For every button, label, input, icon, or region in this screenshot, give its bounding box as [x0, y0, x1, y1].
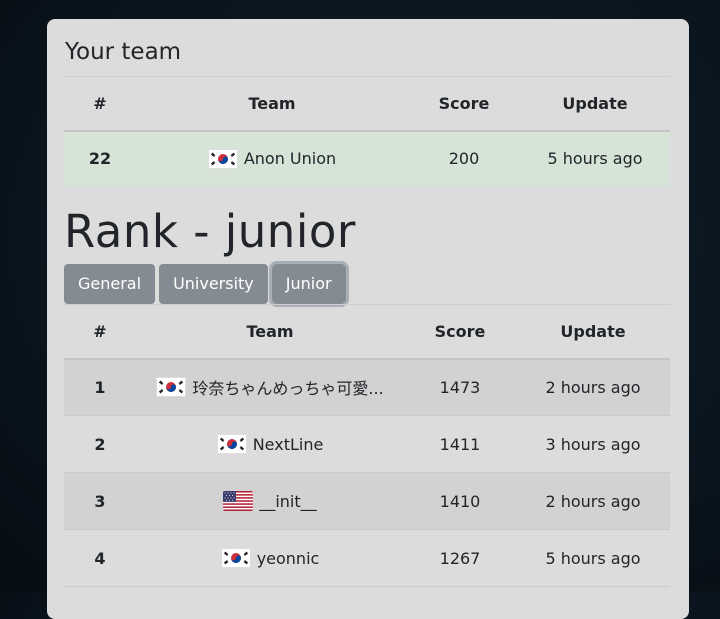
rank-category-tabs: General University Junior — [64, 264, 346, 304]
your-team-row[interactable]: 22 Anon Union 200 5 hours ago — [64, 130, 670, 186]
column-header-update: Update — [516, 304, 670, 360]
table-row[interactable]: 3 __init__ 1410 2 hours ago — [64, 472, 670, 530]
team-name-link[interactable]: yeonnic — [257, 549, 320, 568]
column-header-update: Update — [520, 76, 670, 132]
rank-title: Rank - junior — [64, 205, 356, 258]
score-cell: 1411 — [439, 434, 481, 454]
score-cell: 1410 — [439, 491, 481, 511]
team-cell: NextLine — [136, 416, 404, 473]
update-cell: 5 hours ago — [545, 548, 641, 568]
rank-table: # Team Score Update 1 玲奈ちゃんめっちゃ可愛... 147… — [64, 304, 670, 587]
your-team-table: # Team Score Update 22 Anon Union 200 5 … — [64, 76, 670, 186]
rank-header-row: # Team Score Update — [64, 304, 670, 360]
tab-university[interactable]: University — [159, 264, 268, 304]
team-cell: Anon Union — [136, 131, 408, 186]
score-cell: 200 — [448, 149, 480, 168]
team-name-link[interactable]: Anon Union — [244, 149, 336, 168]
your-team-title: Your team — [65, 39, 182, 65]
korea-flag-icon — [217, 434, 247, 454]
korea-flag-icon — [221, 548, 251, 568]
column-header-rank: # — [64, 76, 136, 132]
column-header-team: Team — [136, 304, 404, 360]
team-cell: __init__ — [136, 473, 404, 530]
column-header-score: Score — [408, 76, 520, 132]
column-header-score: Score — [404, 304, 516, 360]
rank-cell: 4 — [94, 548, 106, 568]
update-cell: 2 hours ago — [545, 377, 641, 397]
tab-general[interactable]: General — [64, 264, 156, 304]
update-cell: 2 hours ago — [545, 491, 641, 511]
score-cell: 1267 — [439, 548, 481, 568]
team-name-link[interactable]: 玲奈ちゃんめっちゃ可愛... — [192, 379, 383, 398]
table-row[interactable]: 4 yeonnic 1267 5 hours ago — [64, 529, 670, 587]
update-cell: 3 hours ago — [545, 434, 641, 454]
column-header-rank: # — [64, 304, 136, 360]
column-header-team: Team — [136, 76, 408, 132]
table-row[interactable]: 2 NextLine 1411 3 hours ago — [64, 415, 670, 473]
score-cell: 1473 — [439, 377, 481, 397]
usa-flag-icon — [223, 491, 253, 511]
your-team-header-row: # Team Score Update — [64, 76, 670, 132]
tab-junior[interactable]: Junior — [271, 264, 346, 304]
scoreboard-card: Your team # Team Score Update 22 Anon Un… — [47, 19, 689, 619]
table-row[interactable]: 1 玲奈ちゃんめっちゃ可愛... 1473 2 hours ago — [64, 358, 670, 416]
update-cell: 5 hours ago — [547, 149, 643, 168]
rank-cell: 2 — [94, 434, 106, 454]
team-name-link[interactable]: NextLine — [253, 435, 324, 454]
team-cell: yeonnic — [136, 530, 404, 587]
korea-flag-icon — [208, 149, 238, 169]
team-name-link[interactable]: __init__ — [259, 492, 316, 511]
team-cell: 玲奈ちゃんめっちゃ可愛... — [136, 359, 404, 416]
rank-cell: 22 — [88, 149, 112, 168]
korea-flag-icon — [156, 377, 186, 397]
rank-cell: 3 — [94, 491, 106, 511]
rank-cell: 1 — [94, 377, 106, 397]
